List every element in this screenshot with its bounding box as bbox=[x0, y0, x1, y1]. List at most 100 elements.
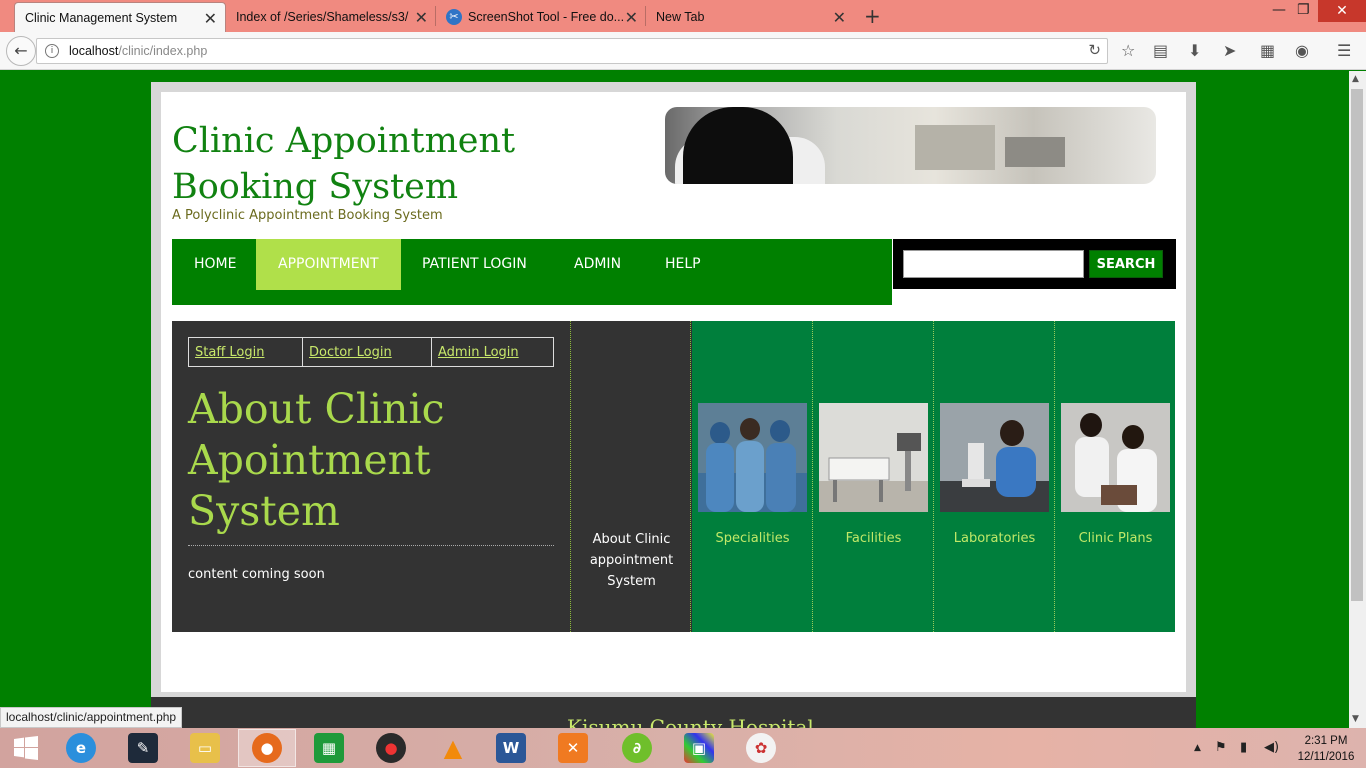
menu-patient-login[interactable]: PATIENT LOGIN bbox=[400, 239, 549, 290]
bookmark-star-icon[interactable]: ☆ bbox=[1121, 41, 1135, 60]
new-tab-plus-icon[interactable]: + bbox=[864, 4, 881, 28]
feature-clinic-plans[interactable]: Clinic Plans bbox=[1055, 321, 1176, 632]
site-tagline: A Polyclinic Appointment Booking System bbox=[172, 208, 443, 223]
about-text: content coming soon bbox=[188, 567, 325, 582]
clock-date: 12/11/2016 bbox=[1297, 751, 1355, 763]
divider bbox=[188, 545, 554, 546]
tab-new-tab[interactable]: New Tab ✕ bbox=[646, 2, 854, 32]
start-button[interactable] bbox=[0, 729, 52, 767]
about-caption: About Clinic appointment System bbox=[589, 532, 674, 589]
site-info-icon[interactable]: i bbox=[45, 44, 59, 58]
send-icon[interactable]: ➤ bbox=[1223, 41, 1236, 60]
menu-admin[interactable]: ADMIN bbox=[552, 239, 643, 290]
menu-appointment[interactable]: APPOINTMENT bbox=[256, 239, 401, 290]
pocket-icon[interactable]: ◉ bbox=[1295, 41, 1309, 60]
tab-title: Index of /Series/Shameless/s3/ bbox=[236, 10, 409, 24]
reload-icon[interactable]: ↻ bbox=[1088, 41, 1101, 59]
hamburger-menu-icon[interactable]: ☰ bbox=[1337, 41, 1351, 60]
url-path: /clinic/index.php bbox=[118, 44, 208, 58]
pen-app-icon: ✎ bbox=[128, 733, 158, 763]
close-tab-icon[interactable]: ✕ bbox=[833, 8, 846, 28]
download-icon[interactable]: ⬇ bbox=[1188, 41, 1201, 60]
file-explorer-icon: ▭ bbox=[190, 733, 220, 763]
feature-caption[interactable]: Facilities bbox=[813, 531, 934, 546]
extension-icon[interactable]: ▦ bbox=[1260, 41, 1275, 60]
minimize-icon[interactable]: — bbox=[1272, 2, 1286, 18]
scroll-down-icon[interactable]: ▼ bbox=[1352, 714, 1359, 724]
vlc-cone-icon: ▲ bbox=[443, 734, 463, 762]
laboratories-image[interactable] bbox=[940, 403, 1049, 512]
media-app-icon: ● bbox=[376, 733, 406, 763]
feature-facilities[interactable]: Facilities bbox=[813, 321, 934, 632]
site-footer: Kisumu County Hospital bbox=[151, 697, 1196, 728]
clinic-plans-image[interactable] bbox=[1061, 403, 1170, 512]
taskbar-file-explorer[interactable]: ▭ bbox=[176, 729, 234, 767]
banner-equipment bbox=[915, 125, 995, 170]
volume-icon[interactable]: ◀) bbox=[1264, 740, 1279, 755]
windows-logo-icon bbox=[14, 736, 38, 760]
taskbar-paint[interactable]: ✿ bbox=[732, 729, 790, 767]
feature-caption[interactable]: Specialities bbox=[692, 531, 813, 546]
xampp-icon: ✕ bbox=[558, 733, 588, 763]
doctor-login-link[interactable]: Doctor Login bbox=[303, 338, 432, 366]
taskbar-pen-app[interactable]: ✎ bbox=[114, 729, 172, 767]
url-host: localhost bbox=[69, 44, 119, 58]
close-tab-icon[interactable]: ✕ bbox=[625, 8, 638, 28]
admin-login-link[interactable]: Admin Login bbox=[432, 338, 553, 366]
taskbar-internet-explorer[interactable]: e bbox=[52, 729, 110, 767]
login-links-table: Staff Login Doctor Login Admin Login bbox=[188, 337, 554, 367]
facilities-image[interactable] bbox=[819, 403, 928, 512]
header-banner-image bbox=[665, 107, 1156, 184]
tab-clinic-management[interactable]: Clinic Management System ✕ bbox=[14, 2, 226, 32]
address-bar[interactable]: i localhost/clinic/index.php ↻ bbox=[36, 38, 1108, 64]
back-arrow-icon[interactable]: ← bbox=[6, 36, 36, 66]
taskbar-media-app[interactable]: ● bbox=[362, 729, 420, 767]
battery-icon[interactable]: ▮ bbox=[1240, 740, 1247, 755]
taskbar-word[interactable]: W bbox=[482, 729, 540, 767]
taskbar-store[interactable]: ▦ bbox=[300, 729, 358, 767]
vertical-scrollbar[interactable]: ▲ ▼ bbox=[1349, 71, 1366, 728]
site-page: Clinic Appointment Booking System A Poly… bbox=[161, 92, 1186, 692]
close-tab-icon[interactable]: ✕ bbox=[204, 9, 217, 29]
clock-time: 2:31 PM bbox=[1304, 735, 1348, 747]
action-center-flag-icon[interactable]: ⚑ bbox=[1215, 740, 1227, 755]
paint-palette-icon: ✿ bbox=[746, 733, 776, 763]
taskbar-dreamweaver[interactable]: ∂ bbox=[608, 729, 666, 767]
content-area: Staff Login Doctor Login Admin Login Abo… bbox=[172, 321, 1175, 632]
show-hidden-icons-icon[interactable]: ▲ bbox=[1194, 743, 1201, 753]
features-panel: Specialities Facilities Laboratories Cli… bbox=[692, 321, 1175, 632]
tab-screenshot-tool[interactable]: ✂ ScreenShot Tool - Free do... ✕ bbox=[436, 2, 646, 32]
taskbar-firefox[interactable]: ● bbox=[238, 729, 296, 767]
close-tab-icon[interactable]: ✕ bbox=[415, 8, 428, 28]
taskbar-color-app[interactable]: ▣ bbox=[670, 729, 728, 767]
about-heading: About Clinic Apointment System bbox=[188, 385, 445, 535]
staff-login-link[interactable]: Staff Login bbox=[189, 338, 303, 366]
menu-home[interactable]: HOME bbox=[172, 239, 258, 290]
search-input[interactable] bbox=[903, 250, 1084, 278]
feature-caption[interactable]: Laboratories bbox=[934, 531, 1055, 546]
system-clock[interactable]: 2:31 PM 12/11/2016 bbox=[1290, 733, 1362, 765]
status-bar-url: localhost/clinic/appointment.php bbox=[0, 707, 183, 728]
feature-laboratories[interactable]: Laboratories bbox=[934, 321, 1055, 632]
reading-list-icon[interactable]: ▤ bbox=[1153, 41, 1168, 60]
close-window-icon[interactable]: ✕ bbox=[1318, 0, 1366, 22]
feature-specialities[interactable]: Specialities bbox=[692, 321, 813, 632]
feature-caption[interactable]: Clinic Plans bbox=[1055, 531, 1176, 546]
browser-nav-bar: ← i localhost/clinic/index.php ↻ ☆ ▤ ⬇ ➤… bbox=[0, 32, 1366, 70]
internet-explorer-icon: e bbox=[66, 733, 96, 763]
banner-person bbox=[683, 107, 793, 184]
search-button[interactable]: SEARCH bbox=[1089, 250, 1163, 278]
scrollbar-thumb[interactable] bbox=[1351, 89, 1363, 601]
taskbar-vlc[interactable]: ▲ bbox=[424, 729, 482, 767]
scroll-up-icon[interactable]: ▲ bbox=[1352, 74, 1359, 84]
menu-help[interactable]: HELP bbox=[643, 239, 723, 290]
url-text[interactable]: localhost/clinic/index.php bbox=[69, 44, 207, 58]
taskbar-xampp[interactable]: ✕ bbox=[544, 729, 602, 767]
tab-series-index[interactable]: Index of /Series/Shameless/s3/ ✕ bbox=[226, 2, 436, 32]
browser-tab-bar: Clinic Management System ✕ Index of /Ser… bbox=[0, 0, 1366, 32]
banner-equipment bbox=[1005, 137, 1065, 167]
specialities-image[interactable] bbox=[698, 403, 807, 512]
maximize-icon[interactable]: ❐ bbox=[1297, 2, 1310, 18]
page-viewport: Clinic Appointment Booking System A Poly… bbox=[0, 71, 1349, 728]
tab-title: New Tab bbox=[656, 10, 705, 24]
